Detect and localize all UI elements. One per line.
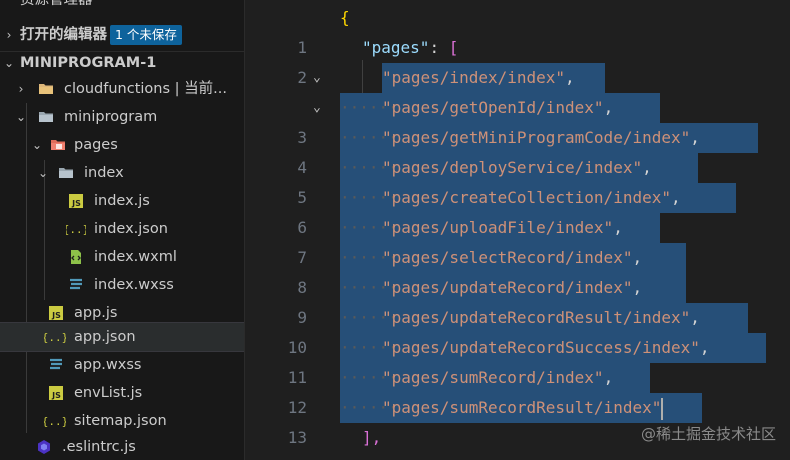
explorer-sidebar: 资源管理器 › 打开的编辑器 1 个未保存 ⌄ MINIPROGRAM-1 › …: [0, 0, 245, 460]
chevron-right-icon[interactable]: ›: [2, 21, 16, 49]
code-line[interactable]: 4 ······ "pages/getOpenId/index",: [245, 93, 790, 177]
tree-item-label: app.json: [74, 329, 136, 345]
chevron-down-icon[interactable]: ⌄: [2, 49, 16, 77]
tree-item-index-wxss[interactable]: index.wxss: [0, 271, 244, 299]
unsaved-badge: 1 个未保存: [110, 25, 182, 45]
code-editor[interactable]: 1 ⌄ { 2 ⌄ "pages": [ 3 "pages/index/inde…: [245, 0, 790, 460]
project-section[interactable]: ⌄ MINIPROGRAM-1: [0, 49, 244, 77]
tree-item-app-json[interactable]: {..} app.json: [0, 322, 244, 352]
chevron-down-icon[interactable]: ⌄: [14, 103, 28, 131]
tree-item-label: .eslintrc.js: [62, 439, 136, 455]
open-editors-label: 打开的编辑器: [20, 27, 107, 43]
tree-item-eslintrc[interactable]: .eslintrc.js: [0, 433, 244, 460]
tree-item-label: app.wxss: [74, 357, 142, 373]
code-line[interactable]: 12 ······ "pages/updateRecordSuccess/ind…: [245, 333, 790, 417]
folder-icon: [39, 84, 53, 94]
tree-item-sitemap-json[interactable]: {..} sitemap.json: [0, 407, 244, 435]
tree-item-index-json[interactable]: {..} index.json: [0, 215, 244, 243]
tree-item-pages[interactable]: ⌄ pages: [0, 131, 244, 159]
tree-item-miniprogram[interactable]: ⌄ miniprogram: [0, 103, 244, 131]
code-string: "pages/selectRecord/index": [382, 248, 633, 267]
code-string: "pages/sumRecord/index": [382, 368, 604, 387]
tree-item-app-wxss[interactable]: app.wxss: [0, 351, 244, 379]
text-cursor: [661, 397, 664, 420]
explorer-header-label: 资源管理器: [20, 0, 93, 8]
svg-text:JS: JS: [71, 199, 81, 208]
tree-item-label: sitemap.json: [74, 413, 167, 429]
chevron-right-icon[interactable]: ›: [14, 75, 28, 103]
js-file-icon: JS: [69, 194, 83, 208]
tree-item-index-js[interactable]: JS index.js: [0, 187, 244, 215]
tree-item-index-folder[interactable]: ⌄ index: [0, 159, 244, 187]
code-line[interactable]: 6 ······ "pages/deployService/index",: [245, 153, 790, 237]
css-file-icon: [50, 358, 62, 370]
code-line[interactable]: 5 ······ "pages/getMiniProgramCode/index…: [245, 123, 790, 207]
svg-text:JS: JS: [51, 391, 61, 400]
code-line[interactable]: 1 ⌄ {: [245, 3, 790, 85]
json-file-icon: {..}: [44, 331, 66, 344]
json-file-icon: {..}: [44, 415, 66, 428]
tree-item-label: index: [84, 165, 124, 181]
watermark: @稀土掘金技术社区: [640, 425, 776, 443]
svg-text:{..}: {..}: [66, 223, 86, 236]
tree-item-cloudfunctions[interactable]: › cloudfunctions | 当前...: [0, 75, 244, 103]
code-line[interactable]: 7 ······ "pages/createCollection/index",: [245, 183, 790, 267]
css-file-icon: [70, 278, 82, 290]
code-text: ],: [362, 428, 382, 447]
project-label: MINIPROGRAM-1: [20, 55, 157, 71]
tree-item-index-wxml[interactable]: index.wxml: [0, 243, 244, 271]
tree-item-label: pages: [74, 137, 118, 153]
code-string: "pages/createCollection/index": [382, 188, 671, 207]
tree-item-envlist-js[interactable]: JS envList.js: [0, 379, 244, 407]
code-line[interactable]: 13 ······ "pages/sumRecord/index",: [245, 363, 790, 447]
wxml-file-icon: [71, 250, 81, 264]
code-string: "pages/getMiniProgramCode/index": [382, 128, 691, 147]
tree-item-label: index.wxss: [94, 277, 174, 293]
folder-open-icon: [59, 168, 73, 178]
code-string: "pages/deployService/index": [382, 158, 643, 177]
code-key: "pages": [362, 38, 430, 57]
explorer-header: 资源管理器: [0, 0, 244, 14]
tree-item-label: miniprogram: [64, 109, 158, 125]
tree-item-label: index.js: [94, 193, 150, 209]
eslint-file-icon: [38, 440, 50, 454]
code-line[interactable]: 8 ······ "pages/uploadFile/index",: [245, 213, 790, 297]
open-editors-section[interactable]: › 打开的编辑器 1 个未保存: [0, 21, 244, 49]
svg-text:{..}: {..}: [44, 415, 66, 428]
folder-open-icon: [39, 112, 53, 122]
chevron-down-icon[interactable]: ⌄: [30, 131, 44, 159]
js-file-icon: JS: [49, 386, 63, 400]
tree-item-label: index.wxml: [94, 249, 177, 265]
json-file-icon: {..}: [66, 223, 86, 236]
code-line[interactable]: 10 ······ "pages/updateRecord/index",: [245, 273, 790, 357]
tree-item-label: index.json: [94, 221, 168, 237]
code-text: {: [340, 8, 350, 27]
code-string: "pages/sumRecordResult/index": [382, 398, 662, 417]
code-line[interactable]: 11 ······ "pages/updateRecordResult/inde…: [245, 303, 790, 387]
code-string: "pages/getOpenId/index": [382, 98, 604, 117]
code-line[interactable]: 3 "pages/index/index",: [245, 63, 790, 147]
chevron-down-icon[interactable]: ⌄: [36, 159, 50, 187]
js-file-icon: JS: [49, 306, 63, 320]
code-line[interactable]: 9 ······ "pages/selectRecord/index",: [245, 243, 790, 327]
code-string: "pages/updateRecord/index": [382, 278, 633, 297]
svg-text:{..}: {..}: [44, 331, 66, 344]
line-number: 15: [245, 453, 307, 460]
code-string: "pages/updateRecordSuccess/index": [382, 338, 700, 357]
pages-folder-icon: [51, 140, 65, 150]
code-string: "pages/index/index": [382, 68, 566, 87]
code-string: "pages/updateRecordResult/index": [382, 308, 691, 327]
code-line[interactable]: 14 ······ "pages/sumRecordResult/index": [245, 393, 790, 460]
tree-item-label: envList.js: [74, 385, 143, 401]
code-string: "pages/uploadFile/index": [382, 218, 614, 237]
code-line[interactable]: 2 ⌄ "pages": [: [245, 33, 790, 115]
tree-item-label: cloudfunctions | 当前...: [64, 81, 227, 97]
svg-text:JS: JS: [51, 311, 61, 320]
